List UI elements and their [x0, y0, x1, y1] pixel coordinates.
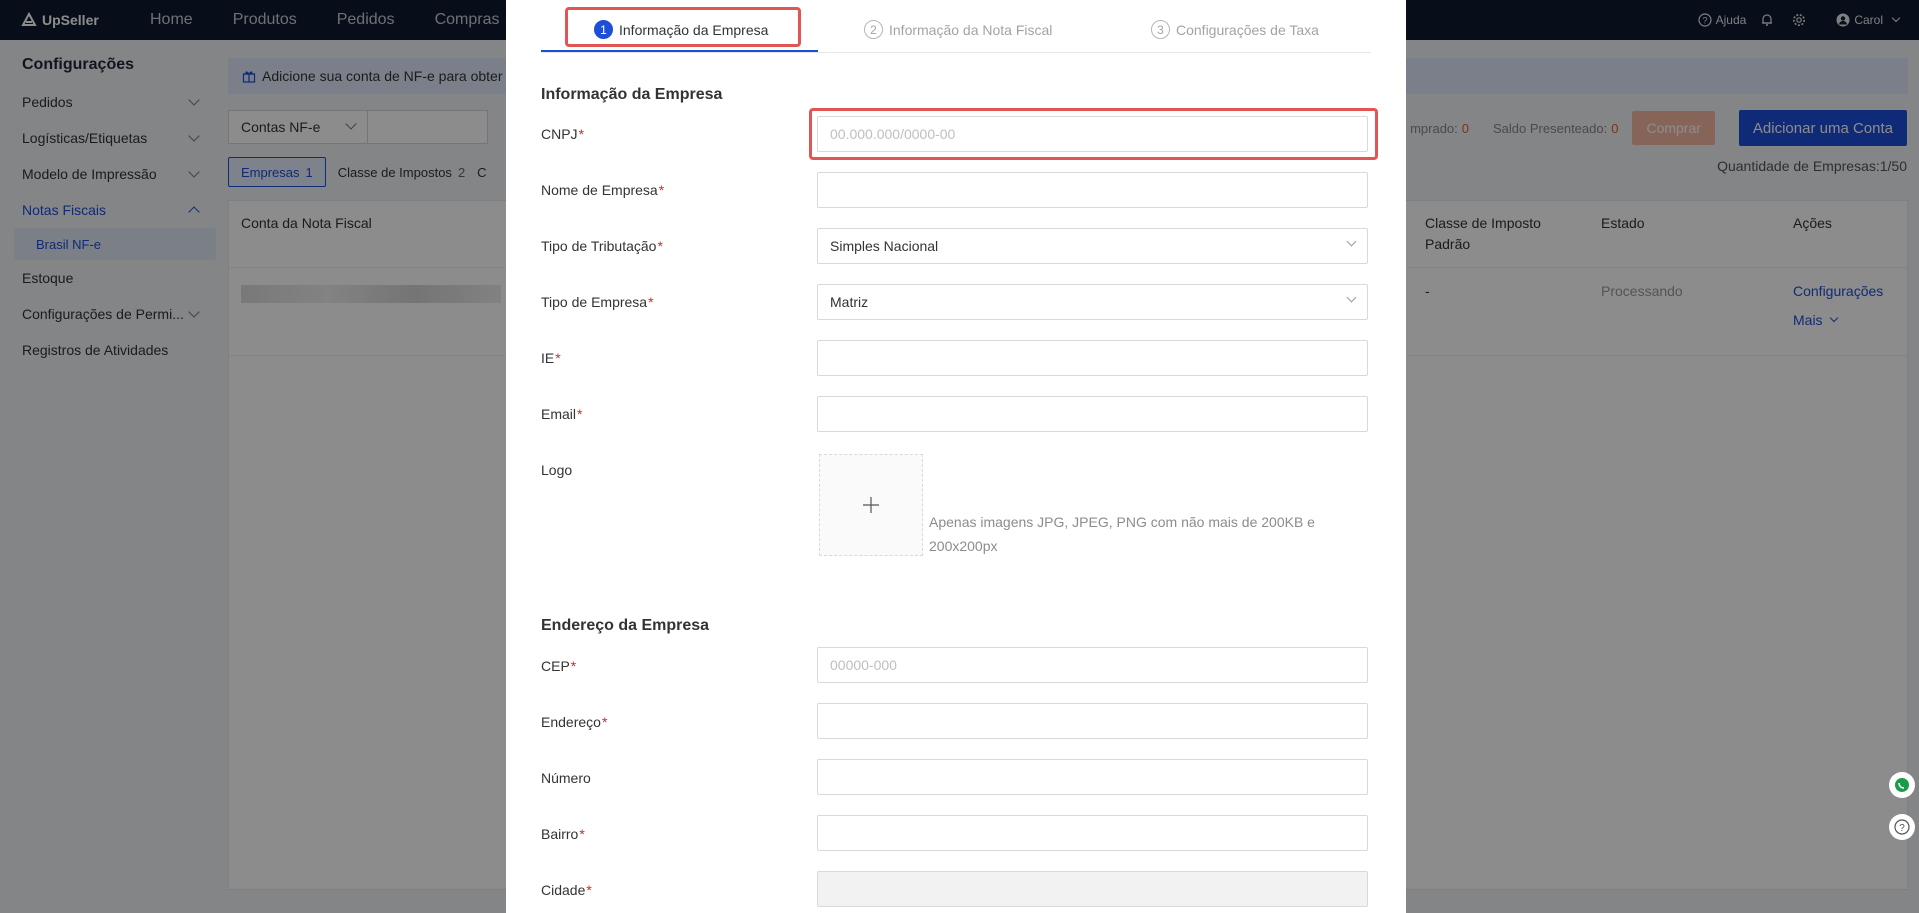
company-type-value: Matriz	[830, 294, 869, 310]
company-name-label: Nome de Empresa*	[541, 182, 664, 198]
email-input[interactable]	[817, 396, 1368, 432]
logo-upload-hint: Apenas imagens JPG, JPEG, PNG com não ma…	[929, 514, 1315, 554]
field-label: IE	[541, 350, 555, 366]
chevron-down-icon	[1346, 236, 1357, 247]
field-label: Email	[541, 406, 577, 422]
whatsapp-button[interactable]	[1889, 772, 1915, 798]
cep-label: CEP*	[541, 658, 576, 674]
section-title-company: Informação da Empresa	[541, 86, 723, 103]
step-3[interactable]: 3 Configurações de Taxa	[1151, 20, 1319, 39]
cep-placeholder: 00000-000	[830, 657, 897, 673]
tax-type-value: Simples Nacional	[830, 238, 939, 254]
required-mark: *	[577, 406, 583, 422]
help-float-button[interactable]: ?	[1889, 814, 1915, 840]
step-2[interactable]: 2 Informação da Nota Fiscal	[864, 20, 1052, 39]
highlight-box-step	[565, 7, 801, 47]
required-mark: *	[578, 126, 585, 142]
city-label: Cidade*	[541, 882, 592, 898]
tax-type-select[interactable]: Simples Nacional	[817, 228, 1368, 264]
cep-input[interactable]: 00000-000	[817, 647, 1368, 683]
tax-type-label: Tipo de Tributação*	[541, 238, 663, 254]
required-mark: *	[579, 826, 585, 842]
chevron-down-icon	[1346, 292, 1357, 303]
required-mark: *	[570, 658, 577, 674]
required-mark: *	[648, 294, 654, 310]
company-type-select[interactable]: Matriz	[817, 284, 1368, 320]
district-label: Bairro*	[541, 826, 585, 842]
required-mark: *	[657, 238, 663, 254]
field-label: Nome de Empresa	[541, 182, 658, 198]
active-step-underline	[541, 50, 818, 52]
step-number: 2	[864, 20, 883, 39]
company-info-modal: 1 Informação da Empresa 2 Informação da …	[506, 0, 1406, 913]
field-label: CNPJ	[541, 126, 578, 142]
city-input	[817, 871, 1368, 907]
required-mark: *	[658, 182, 665, 198]
number-label: Número	[541, 770, 591, 786]
required-mark: *	[601, 714, 608, 730]
company-name-input[interactable]	[817, 172, 1368, 208]
required-mark: *	[586, 882, 592, 898]
plus-icon	[863, 497, 879, 513]
highlight-box-cnpj	[809, 108, 1378, 160]
step-number: 3	[1151, 20, 1170, 39]
ie-label: IE*	[541, 350, 561, 366]
field-label: Endereço	[541, 714, 601, 730]
cnpj-label: CNPJ*	[541, 126, 584, 142]
address-label: Endereço*	[541, 714, 607, 730]
section-title-address: Endereço da Empresa	[541, 617, 710, 634]
field-label: Bairro	[541, 826, 579, 842]
company-type-label: Tipo de Empresa*	[541, 294, 654, 310]
district-input[interactable]	[817, 815, 1368, 851]
field-label: CEP	[541, 658, 570, 674]
logo-label: Logo	[541, 462, 573, 478]
question-icon: ?	[1894, 819, 1910, 835]
step-label: Configurações de Taxa	[1176, 21, 1319, 38]
svg-text:?: ?	[1899, 823, 1905, 834]
required-mark: *	[555, 350, 561, 366]
logo-upload-area[interactable]	[819, 454, 923, 556]
address-input[interactable]	[817, 703, 1368, 739]
whatsapp-icon	[1895, 778, 1909, 792]
field-label: Cidade	[541, 882, 586, 898]
email-label: Email*	[541, 406, 582, 422]
field-label: Tipo de Tributação	[541, 238, 657, 254]
ie-input[interactable]	[817, 340, 1368, 376]
number-input[interactable]	[817, 759, 1368, 795]
field-label: Tipo de Empresa	[541, 294, 648, 310]
step-label: Informação da Nota Fiscal	[889, 21, 1053, 38]
